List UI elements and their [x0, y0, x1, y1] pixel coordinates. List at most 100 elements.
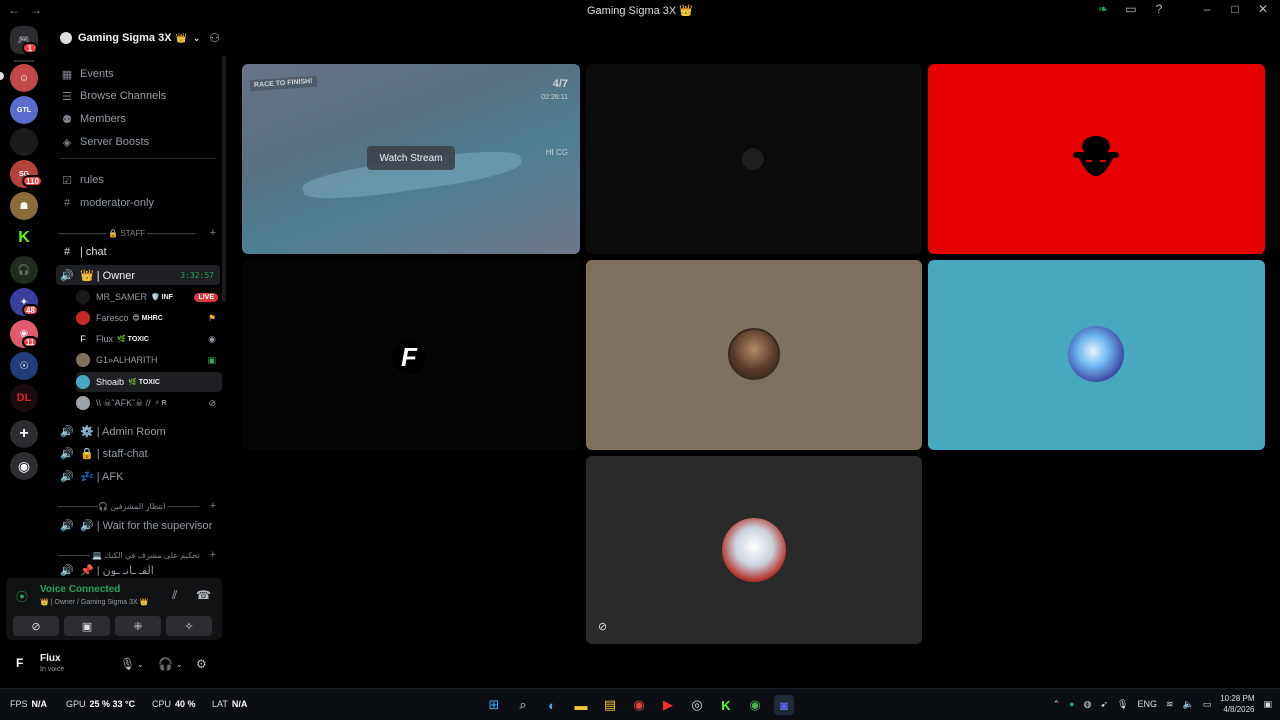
maximize-icon[interactable]: □	[1228, 2, 1242, 16]
rail-badge: 11	[22, 336, 39, 348]
participant-tile[interactable]: ⊘	[586, 456, 922, 644]
system-clock[interactable]: 10:28 PM 4/8/2026	[1220, 693, 1254, 715]
voice-channel-afk[interactable]: 🔊 💤 | AFK	[56, 466, 220, 486]
voice-user-name: Shoaib	[96, 377, 125, 387]
voice-channel-wait[interactable]: 🔊 🔊 | Wait for the supervisor	[56, 515, 220, 535]
windows-start-icon[interactable]: ⊞	[484, 695, 504, 715]
kick-icon[interactable]: K	[716, 695, 736, 715]
voice-channel-law[interactable]: 🔊 📌 | القـ ـانـ ـون	[56, 564, 220, 577]
participant-tile[interactable]	[586, 64, 922, 254]
settings-gear-icon[interactable]: ⚙	[196, 657, 207, 671]
microphone-icon[interactable]: 🎙	[120, 657, 135, 671]
kick-server-icon[interactable]: K	[10, 224, 38, 252]
discord-taskbar-icon[interactable]: ◙	[774, 695, 794, 715]
server-icon[interactable]: ☉	[10, 352, 38, 380]
user-name[interactable]: Flux	[40, 653, 61, 664]
server-icon[interactable]: GTL	[10, 96, 38, 124]
voice-channel-admin-room[interactable]: 🔊 ⚙️ | Admin Room	[56, 421, 220, 441]
tray-app-icon[interactable]: ➹	[1100, 699, 1108, 710]
channel-moderator-only[interactable]: # moderator-only	[56, 193, 220, 213]
server-icon[interactable]: 🎧	[10, 256, 38, 284]
chevron-down-icon[interactable]: ⌄	[176, 660, 183, 669]
battery-icon[interactable]: ▭	[1203, 699, 1212, 710]
language-indicator[interactable]: ENG	[1137, 699, 1157, 709]
members-icon: ⚉	[62, 113, 72, 126]
youtube-icon[interactable]: ▶	[658, 695, 678, 715]
chevron-down-icon[interactable]: ⌄	[137, 660, 144, 669]
server-icon[interactable]: ☗	[10, 192, 38, 220]
help-icon[interactable]: ?	[1152, 2, 1166, 16]
chrome-profile-icon[interactable]: ◉	[745, 695, 765, 715]
disconnect-icon[interactable]: ☎	[196, 588, 211, 602]
stream-tile[interactable]: RACE TO FINISH! 4/7 02:26:11 HI CG Watch…	[242, 64, 580, 254]
add-channel-icon[interactable]: +	[210, 549, 216, 561]
voice-user[interactable]: MR_SAMER 🛡️ INF LIVE	[76, 287, 222, 307]
menu-server-boosts[interactable]: ◈ Server Boosts	[56, 132, 220, 152]
sidebar-scrollbar[interactable]	[222, 56, 226, 302]
channel-label: moderator-only	[80, 197, 154, 209]
channel-chat[interactable]: # | chat	[56, 242, 220, 262]
voice-status[interactable]: Voice Connected	[40, 584, 120, 595]
edge-icon[interactable]: ◐	[542, 695, 562, 715]
add-server-icon[interactable]: +	[10, 420, 38, 448]
obs-icon[interactable]: ◎	[687, 695, 707, 715]
menu-browse-channels[interactable]: ☰ Browse Channels	[56, 86, 220, 106]
store-icon[interactable]: ▤	[600, 695, 620, 715]
voice-channel-owner[interactable]: 🔊 👑 | Owner 3:32:57	[56, 265, 220, 285]
participant-tile[interactable]	[928, 260, 1265, 450]
chrome-icon[interactable]: ◉	[629, 695, 649, 715]
watch-stream-button[interactable]: Watch Stream	[367, 146, 455, 170]
activities-button[interactable]: ⁜	[115, 616, 161, 636]
headphones-icon[interactable]: 🎧	[158, 657, 173, 671]
channel-label: 💤 | AFK	[80, 470, 124, 483]
participant-tile[interactable]: F	[242, 260, 580, 450]
nitro-leaf-icon[interactable]: ❧	[1096, 2, 1110, 16]
menu-label: Events	[80, 68, 114, 80]
voice-user[interactable]: \\ ☠︎˜AFK˜☠︎ //⚡ R ⊘	[76, 393, 222, 413]
voice-user[interactable]: Faresco 😊 MHRC ⚑	[76, 308, 222, 328]
screen-share-button[interactable]: ▣	[64, 616, 110, 636]
server-header[interactable]: Gaming Sigma 3X 👑 ⌄ ⚇	[48, 22, 228, 54]
category-judging[interactable]: ———— 💻 تحكيم على مشرف في الكيك +	[58, 548, 220, 562]
invite-people-icon[interactable]: ⚇	[209, 31, 220, 45]
notification-icon[interactable]: ▣	[1263, 699, 1272, 710]
close-icon[interactable]: ✕	[1256, 2, 1270, 16]
participant-tile[interactable]	[586, 260, 922, 450]
channel-rules[interactable]: ☑ rules	[56, 170, 220, 190]
camera-button[interactable]: ⊘	[13, 616, 59, 636]
rail-badge: 110	[22, 175, 43, 187]
menu-events[interactable]: ▦ Events	[56, 64, 220, 84]
category-staff[interactable]: —————— 🔒 STAFF —————— +	[58, 226, 220, 240]
discover-icon[interactable]: ◉	[10, 452, 38, 480]
tray-app-icon[interactable]: ●	[1069, 699, 1074, 709]
wifi-icon[interactable]: ≋	[1166, 699, 1174, 710]
participant-tile[interactable]	[928, 64, 1265, 254]
menu-members[interactable]: ⚉ Members	[56, 109, 220, 129]
search-icon[interactable]: ⌕	[513, 695, 533, 715]
file-explorer-icon[interactable]: ▬	[571, 695, 591, 715]
add-channel-icon[interactable]: +	[210, 500, 216, 512]
soundboard-button[interactable]: ✧	[166, 616, 212, 636]
microphone-icon[interactable]: 🎙	[1117, 699, 1128, 710]
inbox-icon[interactable]: ▭	[1124, 2, 1138, 16]
server-name: Gaming Sigma 3X	[78, 32, 172, 44]
server-icon[interactable]: ☺	[10, 64, 38, 92]
voice-user[interactable]: F Flux 🌿 TOXIC ◉	[76, 329, 222, 349]
voice-user[interactable]: G1»ALHARITH ▣	[76, 350, 222, 370]
chevron-up-icon[interactable]: ⌃	[1053, 699, 1061, 710]
volume-icon[interactable]: 🔈	[1183, 699, 1194, 710]
server-icon[interactable]: DL	[10, 384, 38, 412]
server-icon[interactable]	[10, 128, 38, 156]
chevron-down-icon: ⌄	[192, 32, 201, 43]
steam-icon[interactable]: ◍	[1084, 699, 1092, 710]
noise-suppression-icon[interactable]: ⫽	[172, 588, 177, 603]
voice-user[interactable]: Shoaib 🌿 TOXIC	[76, 372, 222, 392]
voice-channel-staff-chat[interactable]: 🔊 🔒 | staff-chat	[56, 443, 220, 463]
avatar[interactable]: F	[16, 656, 32, 672]
category-waiting[interactable]: —————🎧 انتظار المشرفين ———— +	[58, 499, 220, 513]
hash-icon: #	[63, 246, 71, 258]
add-channel-icon[interactable]: +	[210, 227, 216, 239]
minimize-icon[interactable]: –	[1200, 2, 1214, 16]
flux-logo-avatar: F	[392, 340, 426, 374]
camera-off-icon: ⊘	[31, 620, 41, 633]
